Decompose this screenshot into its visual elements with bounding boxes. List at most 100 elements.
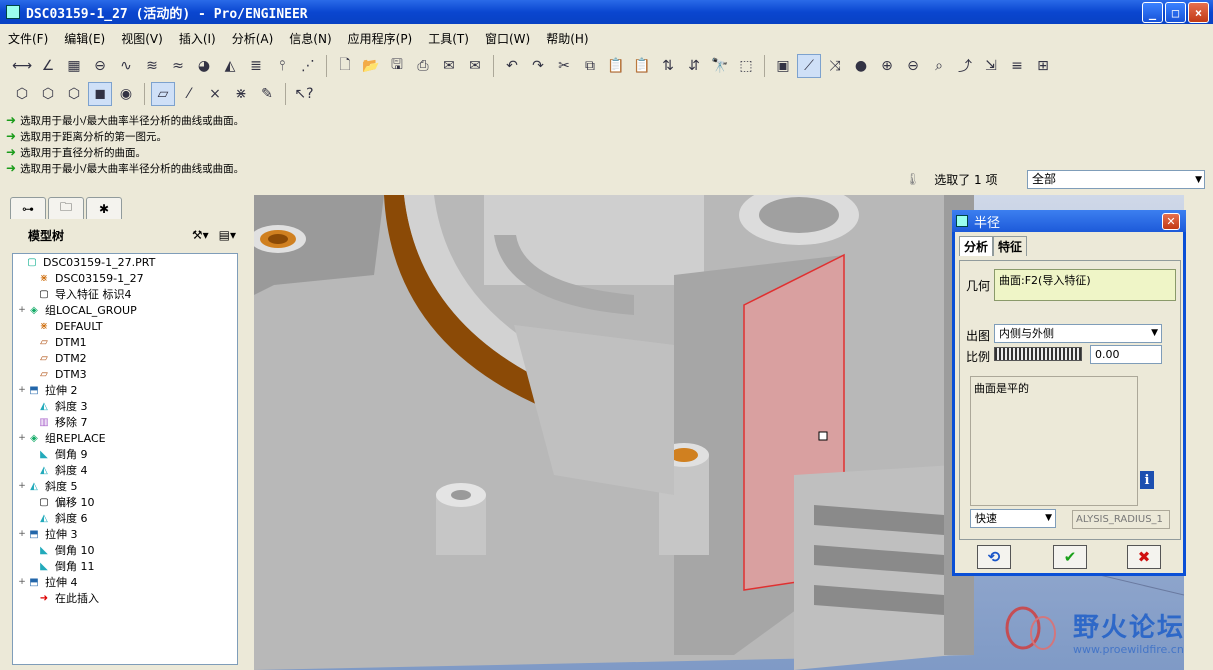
refit-icon[interactable]: ⌕ xyxy=(927,54,951,78)
paste-special-icon[interactable]: 📋 xyxy=(630,54,654,78)
shading-icon[interactable]: ◼ xyxy=(88,82,112,106)
maximize-button[interactable]: □ xyxy=(1165,2,1186,23)
new-file-icon[interactable]: 🗋 xyxy=(333,54,357,78)
tree-node[interactable]: ◣ 倒角 11 xyxy=(13,558,237,574)
datum-planes-icon[interactable]: ▱ xyxy=(151,82,175,106)
layers-icon[interactable]: ≡ xyxy=(1005,54,1029,78)
tree-settings-icon[interactable]: ⚒▾ xyxy=(192,228,209,242)
deviation-icon[interactable]: ≈ xyxy=(166,54,190,78)
menu-insert[interactable]: 插入(I) xyxy=(179,30,216,47)
slope-icon[interactable]: ⫯ xyxy=(270,54,294,78)
tree-node[interactable]: ⋇ DEFAULT xyxy=(13,318,237,334)
email-link-icon[interactable]: ✉ xyxy=(463,54,487,78)
ok-button[interactable]: ✔ xyxy=(1053,545,1087,569)
ratio-slider[interactable] xyxy=(994,347,1082,361)
cancel-button[interactable]: ✖ xyxy=(1127,545,1161,569)
wireframe-icon[interactable]: ⬡ xyxy=(10,82,34,106)
measure-angle-icon[interactable]: ∠ xyxy=(36,54,60,78)
dihedral-icon[interactable]: ⋰ xyxy=(296,54,320,78)
tree-node[interactable]: ▱ DTM2 xyxy=(13,350,237,366)
measure-length-icon[interactable]: ⟷ xyxy=(10,54,34,78)
select-box-icon[interactable]: ⬚ xyxy=(734,54,758,78)
dialog-close-button[interactable]: ✕ xyxy=(1162,213,1180,230)
context-help-icon[interactable]: ↖? xyxy=(292,82,316,106)
redo-icon[interactable]: ↷ xyxy=(526,54,550,78)
zoom-out-icon[interactable]: ⊖ xyxy=(901,54,925,78)
tree-node[interactable]: ◭ 斜度 4 xyxy=(13,462,237,478)
info-icon[interactable]: i xyxy=(1140,471,1154,489)
tree-node[interactable]: ▱ DTM1 xyxy=(13,334,237,350)
regenerate-icon[interactable]: ⇅ xyxy=(656,54,680,78)
menu-window[interactable]: 窗口(W) xyxy=(485,30,530,47)
repeat-button[interactable]: ⟲ xyxy=(977,545,1011,569)
zoom-in-icon[interactable]: ⊕ xyxy=(875,54,899,78)
email-icon[interactable]: ✉ xyxy=(437,54,461,78)
tree-node[interactable]: ▢ DSC03159-1_27.PRT xyxy=(13,254,237,270)
tree-node[interactable]: ◭ 斜度 6 xyxy=(13,510,237,526)
datum-axes-icon[interactable]: ⁄ xyxy=(177,82,201,106)
annotation-icon[interactable]: ✎ xyxy=(255,82,279,106)
menu-edit[interactable]: 编辑(E) xyxy=(64,30,105,47)
draft-analysis-icon[interactable]: ◭ xyxy=(218,54,242,78)
minimize-button[interactable]: _ xyxy=(1142,2,1163,23)
feature-name-field[interactable]: ALYSIS_RADIUS_1 xyxy=(1072,510,1170,529)
no-hidden-icon[interactable]: ⬡ xyxy=(62,82,86,106)
plot-select[interactable]: 内侧与外侧 ▼ xyxy=(994,324,1162,343)
geometry-collector[interactable]: 曲面:F2(导入特征) xyxy=(994,269,1176,301)
tree-node[interactable]: + ⬒ 拉伸 2 xyxy=(13,382,237,398)
panel-splitter[interactable] xyxy=(244,195,254,670)
tab-feature[interactable]: 特征 xyxy=(993,236,1028,256)
coordinate-systems-icon[interactable]: ⋇ xyxy=(229,82,253,106)
find-icon[interactable]: 🔭 xyxy=(708,54,732,78)
menu-tools[interactable]: 工具(T) xyxy=(428,30,469,47)
menu-file[interactable]: 文件(F) xyxy=(8,30,48,47)
model-display-icon[interactable]: ◉ xyxy=(114,82,138,106)
reflection-icon[interactable]: ≣ xyxy=(244,54,268,78)
tree-node[interactable]: ⋇ DSC03159-1_27 xyxy=(13,270,237,286)
curve-analysis-icon[interactable]: ∿ xyxy=(114,54,138,78)
tree-node[interactable]: ◣ 倒角 10 xyxy=(13,542,237,558)
tree-node[interactable]: + ◈ 组REPLACE xyxy=(13,430,237,446)
ratio-input[interactable]: 0.00 xyxy=(1090,345,1162,364)
menu-analysis[interactable]: 分析(A) xyxy=(232,30,274,47)
undo-icon[interactable]: ↶ xyxy=(500,54,524,78)
tree-node[interactable]: ▱ DTM3 xyxy=(13,366,237,382)
view-manager-icon[interactable]: ⊞ xyxy=(1031,54,1055,78)
tab-favorites[interactable]: ✱ xyxy=(86,197,122,219)
menu-info[interactable]: 信息(N) xyxy=(289,30,331,47)
tab-folder-browser[interactable]: 🗀 xyxy=(48,197,84,219)
print-icon[interactable]: ⎙ xyxy=(411,54,435,78)
cut-icon[interactable]: ✂ xyxy=(552,54,576,78)
save-icon[interactable]: 🖫 xyxy=(385,54,409,78)
datum-points-icon[interactable]: × xyxy=(203,82,227,106)
tree-node[interactable]: ▢ 导入特征 标识4 xyxy=(13,286,237,302)
tree-node[interactable]: + ◭ 斜度 5 xyxy=(13,478,237,494)
shaded-curvature-icon[interactable]: ◕ xyxy=(192,54,216,78)
measure-area-icon[interactable]: ▦ xyxy=(62,54,86,78)
tree-show-icon[interactable]: ▤▾ xyxy=(219,228,236,242)
mode-select[interactable]: 快速 ▼ xyxy=(970,509,1056,528)
tree-node[interactable]: ◭ 斜度 3 xyxy=(13,398,237,414)
tree-node[interactable]: + ⬒ 拉伸 4 xyxy=(13,574,237,590)
orient-icon[interactable]: ⤨ xyxy=(823,54,847,78)
tree-node[interactable]: ➜ 在此插入 xyxy=(13,590,237,606)
hidden-line-icon[interactable]: ⬡ xyxy=(36,82,60,106)
tree-node[interactable]: + ⬒ 拉伸 3 xyxy=(13,526,237,542)
tree-node[interactable]: ▢ 偏移 10 xyxy=(13,494,237,510)
close-window-button[interactable]: × xyxy=(1188,2,1209,23)
selection-filter[interactable]: 全部 ▼ xyxy=(1027,170,1205,189)
datum-display-icon[interactable]: ▣ xyxy=(771,54,795,78)
appearance-icon[interactable]: ● xyxy=(849,54,873,78)
paste-icon[interactable]: 📋 xyxy=(604,54,628,78)
measure-diameter-icon[interactable]: ⊖ xyxy=(88,54,112,78)
menu-applications[interactable]: 应用程序(P) xyxy=(348,30,413,47)
reorient-icon[interactable]: ⤴ xyxy=(953,54,977,78)
curvature-icon[interactable]: ≋ xyxy=(140,54,164,78)
tree-node[interactable]: + ◈ 组LOCAL_GROUP xyxy=(13,302,237,318)
open-folder-icon[interactable]: 📂 xyxy=(359,54,383,78)
regen-manager-icon[interactable]: ⇵ xyxy=(682,54,706,78)
menu-help[interactable]: 帮助(H) xyxy=(546,30,588,47)
saved-views-icon[interactable]: ⇲ xyxy=(979,54,1003,78)
menu-view[interactable]: 视图(V) xyxy=(121,30,163,47)
copy-icon[interactable]: ⧉ xyxy=(578,54,602,78)
